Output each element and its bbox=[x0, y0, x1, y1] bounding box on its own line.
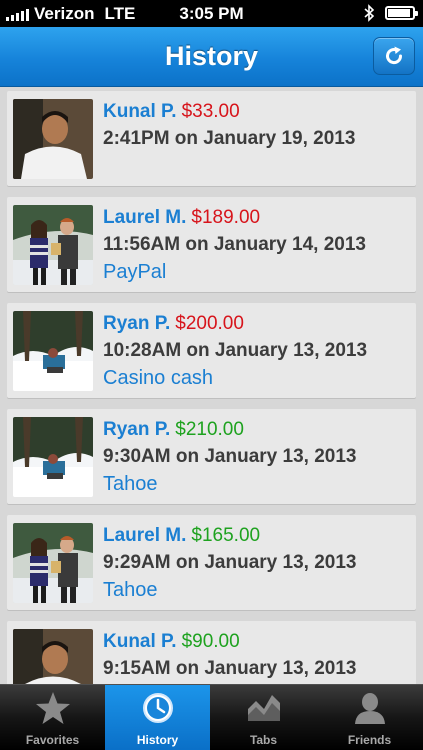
avatar bbox=[13, 417, 93, 497]
amount: $165.00 bbox=[191, 525, 261, 546]
status-time: 3:05 PM bbox=[179, 4, 244, 23]
avatar bbox=[13, 629, 93, 684]
bluetooth-icon bbox=[364, 4, 375, 22]
refresh-icon bbox=[386, 46, 403, 65]
chart-icon bbox=[247, 695, 280, 721]
tab-history[interactable]: History bbox=[105, 685, 210, 750]
payee-name: Ryan P. bbox=[103, 419, 171, 440]
transaction-list[interactable]: Kunal P. $33.00 2:41PM on January 19, 201… bbox=[0, 88, 423, 684]
tab-friends[interactable]: Friends bbox=[317, 685, 422, 750]
transaction-note: Casino cash bbox=[103, 367, 214, 389]
transaction-datetime: 9:15AM on January 13, 2013 bbox=[103, 658, 357, 679]
transaction-datetime: 9:29AM on January 13, 2013 bbox=[103, 552, 357, 573]
amount: $200.00 bbox=[175, 313, 244, 334]
navigation-bar: History bbox=[0, 27, 423, 87]
transaction-note: Tahoe bbox=[103, 579, 158, 601]
battery-icon bbox=[385, 6, 418, 20]
tab-label: History bbox=[136, 733, 179, 747]
clock-icon bbox=[142, 693, 173, 723]
person-icon bbox=[354, 693, 385, 724]
transaction-datetime: 10:28AM on January 13, 2013 bbox=[103, 340, 368, 361]
transaction-row[interactable]: Ryan P. $200.00 10:28AM on January 13, 20… bbox=[7, 303, 416, 398]
tab-bar: Favorites History Tabs Friends bbox=[0, 684, 423, 750]
payee-name: Laurel M. bbox=[103, 525, 187, 546]
tab-label: Favorites bbox=[25, 733, 80, 747]
avatar bbox=[13, 523, 93, 603]
transaction-row[interactable]: Laurel M. $189.00 11:56AM on January 14, … bbox=[7, 197, 416, 292]
payee-name: Kunal P. bbox=[103, 631, 177, 652]
transaction-row[interactable]: Kunal P. $33.00 2:41PM on January 19, 201… bbox=[7, 91, 416, 186]
payee-name: Ryan P. bbox=[103, 313, 171, 334]
avatar bbox=[13, 99, 93, 179]
tab-tabs[interactable]: Tabs bbox=[211, 685, 316, 750]
payee-name: Laurel M. bbox=[103, 207, 187, 228]
transaction-row[interactable]: Kunal P. $90.00 9:15AM on January 13, 201… bbox=[7, 621, 416, 684]
star-icon bbox=[35, 692, 70, 724]
transaction-note: Tahoe bbox=[103, 473, 158, 495]
amount: $189.00 bbox=[191, 207, 261, 228]
status-bar: Verizon LTE 3:05 PM bbox=[0, 0, 423, 27]
refresh-button[interactable] bbox=[373, 37, 415, 75]
tab-favorites[interactable]: Favorites bbox=[0, 685, 105, 750]
avatar bbox=[13, 311, 93, 391]
transaction-datetime: 11:56AM on January 14, 2013 bbox=[103, 234, 366, 255]
transaction-datetime: 2:41PM on January 19, 2013 bbox=[103, 128, 356, 149]
amount: $210.00 bbox=[175, 419, 244, 440]
page-title: History bbox=[164, 41, 259, 71]
tab-label: Tabs bbox=[249, 733, 278, 747]
transaction-row[interactable]: Laurel M. $165.00 9:29AM on January 13, 2… bbox=[7, 515, 416, 610]
payee-name: Kunal P. bbox=[103, 101, 177, 122]
amount: $33.00 bbox=[181, 101, 240, 122]
avatar bbox=[13, 205, 93, 285]
transaction-row[interactable]: Ryan P. $210.00 9:30AM on January 13, 201… bbox=[7, 409, 416, 504]
transaction-datetime: 9:30AM on January 13, 2013 bbox=[103, 446, 357, 467]
amount: $90.00 bbox=[181, 631, 240, 652]
transaction-note: PayPal bbox=[103, 261, 167, 283]
tab-label: Friends bbox=[347, 733, 392, 747]
